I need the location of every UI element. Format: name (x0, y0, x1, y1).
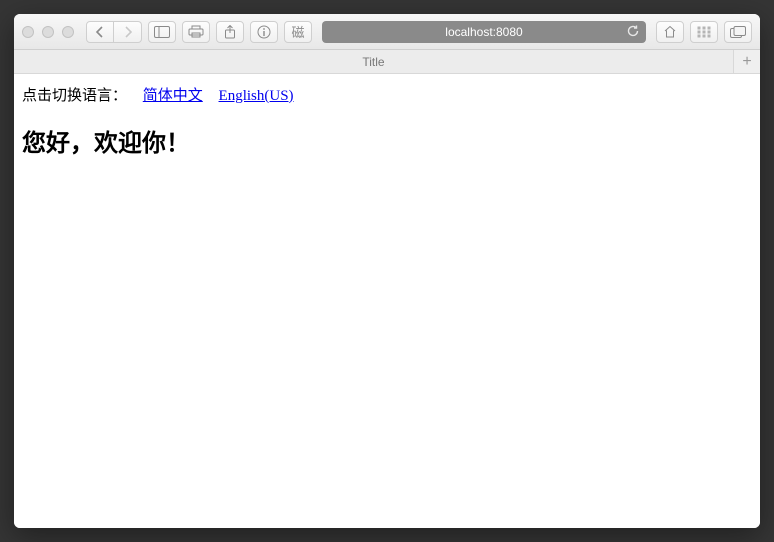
info-icon (257, 25, 271, 39)
minimize-window-button[interactable] (42, 26, 54, 38)
address-bar[interactable]: localhost:8080 (322, 21, 646, 43)
tabs-icon (730, 26, 746, 38)
home-icon (663, 25, 677, 38)
magic-icon: 磁 (291, 22, 304, 41)
tab-bar: Title + (14, 50, 760, 74)
grid-icon (697, 26, 711, 38)
refresh-button[interactable] (626, 24, 640, 41)
info-button[interactable] (250, 21, 278, 43)
share-icon (224, 25, 236, 39)
plus-icon: + (742, 53, 751, 71)
language-switch-row: 点击切换语言： 简体中文 English(US) (22, 84, 752, 105)
language-link-en[interactable]: English(US) (219, 88, 294, 104)
home-button[interactable] (656, 21, 684, 43)
top-sites-button[interactable] (690, 21, 718, 43)
welcome-heading: 您好，欢迎你！ (22, 123, 752, 158)
chevron-right-icon (123, 26, 133, 38)
page-content: 点击切换语言： 简体中文 English(US) 您好，欢迎你！ (14, 74, 760, 528)
language-link-zh[interactable]: 简体中文 (143, 88, 203, 104)
new-tab-button[interactable]: + (734, 50, 760, 73)
browser-toolbar: 磁 localhost:8080 (14, 14, 760, 50)
chevron-left-icon (95, 26, 105, 38)
address-text: localhost:8080 (445, 25, 522, 39)
tab-title[interactable]: Title (14, 50, 734, 73)
printer-icon (188, 25, 204, 38)
magic-button[interactable]: 磁 (284, 21, 312, 43)
forward-button[interactable] (114, 21, 142, 43)
refresh-icon (626, 24, 640, 38)
tab-label: Title (362, 55, 384, 69)
sidebar-icon (154, 26, 170, 38)
safari-window: 磁 localhost:8080 Title + (14, 14, 760, 528)
nav-group (86, 21, 142, 43)
close-window-button[interactable] (22, 26, 34, 38)
traffic-lights (22, 26, 74, 38)
tabs-overview-button[interactable] (724, 21, 752, 43)
zoom-window-button[interactable] (62, 26, 74, 38)
language-prompt: 点击切换语言： (22, 88, 127, 104)
print-button[interactable] (182, 21, 210, 43)
back-button[interactable] (86, 21, 114, 43)
sidebar-button[interactable] (148, 21, 176, 43)
share-button[interactable] (216, 21, 244, 43)
